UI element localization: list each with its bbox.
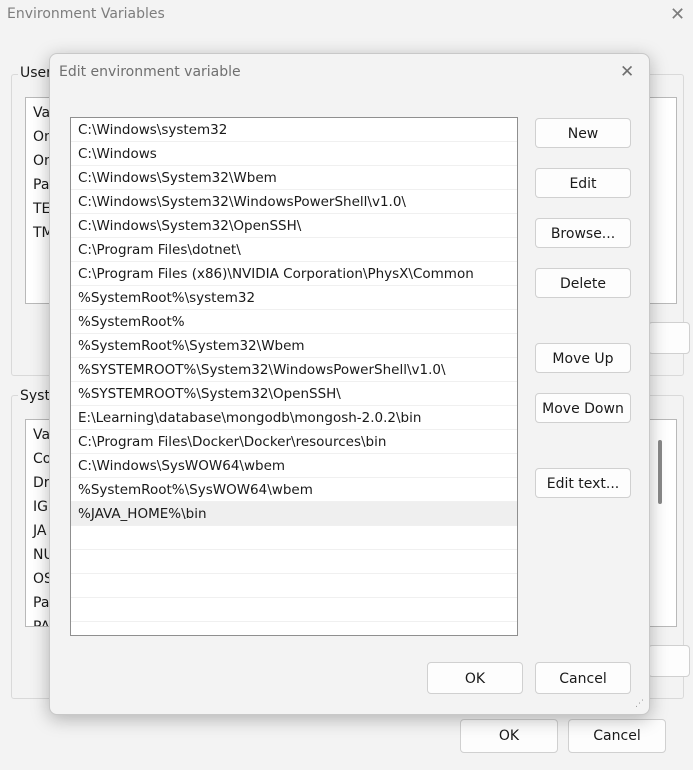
- move-up-button[interactable]: Move Up: [535, 343, 631, 373]
- path-row[interactable]: C:\Windows\System32\WindowsPowerShell\v1…: [71, 190, 517, 214]
- path-row[interactable]: C:\Program Files\Docker\Docker\resources…: [71, 430, 517, 454]
- close-icon[interactable]: ✕: [670, 4, 685, 25]
- ok-button[interactable]: OK: [460, 719, 558, 753]
- path-row[interactable]: C:\Windows\System32\Wbem: [71, 166, 517, 190]
- path-row[interactable]: %SYSTEMROOT%\System32\WindowsPowerShell\…: [71, 358, 517, 382]
- path-row[interactable]: C:\Windows\system32: [71, 118, 517, 142]
- edit-button[interactable]: Edit: [535, 168, 631, 198]
- dialog-title: Edit environment variable: [59, 64, 241, 80]
- scrollbar-thumb[interactable]: [658, 440, 662, 504]
- path-row[interactable]: %JAVA_HOME%\bin: [71, 502, 517, 526]
- close-icon[interactable]: ✕: [620, 62, 634, 82]
- browse-button[interactable]: Browse...: [535, 218, 631, 248]
- cancel-button[interactable]: Cancel: [568, 719, 666, 753]
- window-title: Environment Variables: [7, 6, 165, 22]
- path-row[interactable]: %SystemRoot%\system32: [71, 286, 517, 310]
- move-down-button[interactable]: Move Down: [535, 393, 631, 423]
- delete-button[interactable]: Delete: [535, 268, 631, 298]
- new-button[interactable]: New: [535, 118, 631, 148]
- system-delete-button[interactable]: [648, 645, 690, 677]
- path-row[interactable]: C:\Program Files\dotnet\: [71, 238, 517, 262]
- path-row[interactable]: C:\Windows: [71, 142, 517, 166]
- path-row[interactable]: %SystemRoot%\SysWOW64\wbem: [71, 478, 517, 502]
- path-row[interactable]: %SystemRoot%: [71, 310, 517, 334]
- path-row[interactable]: C:\Program Files (x86)\NVIDIA Corporatio…: [71, 262, 517, 286]
- dialog-cancel-button[interactable]: Cancel: [535, 662, 631, 694]
- path-list[interactable]: C:\Windows\system32 C:\Windows C:\Windows\…: [70, 117, 518, 636]
- path-row[interactable]: C:\Windows\SysWOW64\wbem: [71, 454, 517, 478]
- empty-row[interactable]: [71, 598, 517, 622]
- path-row[interactable]: %SystemRoot%\System32\Wbem: [71, 334, 517, 358]
- edit-environment-variable-dialog: Edit environment variable ✕ C:\Windows\s…: [49, 53, 650, 715]
- user-delete-button[interactable]: [648, 322, 690, 354]
- resize-grip-icon[interactable]: ⋰: [635, 700, 645, 712]
- empty-row[interactable]: [71, 574, 517, 598]
- path-row[interactable]: %SYSTEMROOT%\System32\OpenSSH\: [71, 382, 517, 406]
- dialog-ok-button[interactable]: OK: [427, 662, 523, 694]
- empty-row[interactable]: [71, 526, 517, 550]
- path-row[interactable]: E:\Learning\database\mongodb\mongosh-2.0…: [71, 406, 517, 430]
- edit-text-button[interactable]: Edit text...: [535, 468, 631, 498]
- path-row[interactable]: C:\Windows\System32\OpenSSH\: [71, 214, 517, 238]
- empty-row[interactable]: [71, 550, 517, 574]
